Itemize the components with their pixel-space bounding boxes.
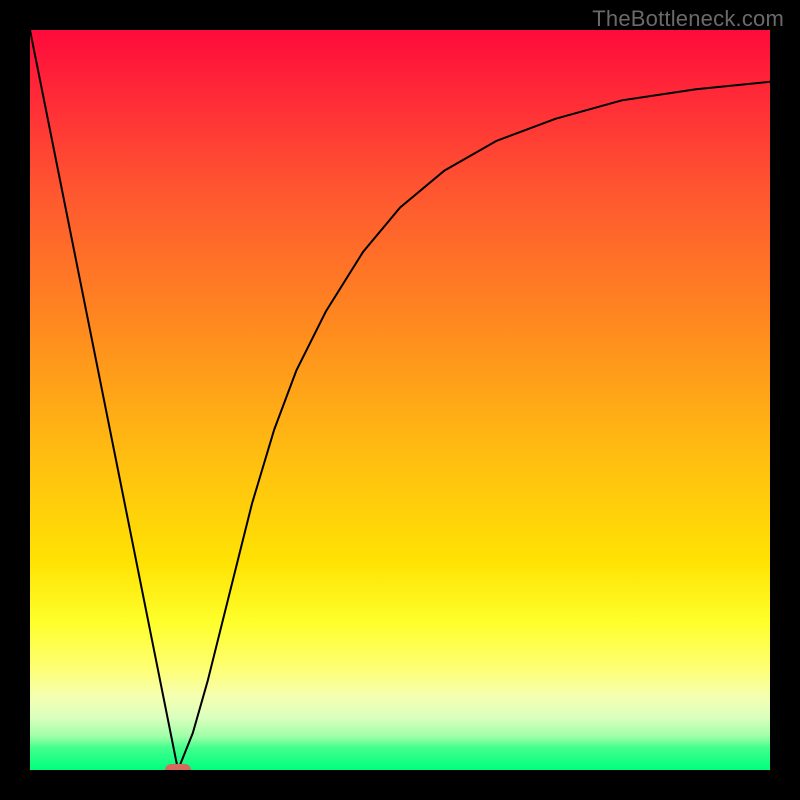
- watermark-text: TheBottleneck.com: [592, 6, 784, 32]
- curve-svg: [30, 30, 770, 770]
- plot-area: [30, 30, 770, 770]
- min-marker-pill: [165, 764, 191, 770]
- bottleneck-curve: [30, 30, 770, 770]
- chart-frame: TheBottleneck.com: [0, 0, 800, 800]
